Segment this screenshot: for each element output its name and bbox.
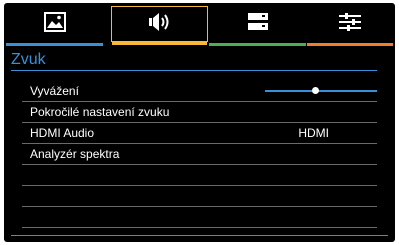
menu-title: Zvuk (11, 51, 46, 68)
tab-options[interactable] (307, 6, 393, 46)
tab-setup-bar (209, 43, 306, 46)
sliders-icon (338, 12, 362, 37)
menu-item-empty (22, 186, 377, 207)
setup-icon (247, 12, 269, 37)
bottom-divider (11, 235, 388, 236)
category-tabs (4, 3, 395, 48)
picture-icon (43, 11, 66, 37)
slider-knob[interactable] (312, 87, 320, 94)
menu-item-label: Vyvážení (30, 84, 79, 98)
tab-options-bar (307, 43, 393, 46)
menu-item-empty (22, 165, 377, 186)
tab-picture-bar (6, 43, 103, 46)
speaker-icon (148, 12, 172, 37)
menu-item-label: Pokročilé nastavení zvuku (30, 105, 170, 119)
menu-item-value: HDMI (298, 126, 329, 140)
tab-setup[interactable] (209, 6, 306, 46)
menu-item-spectrum-analyzer[interactable]: Analyzér spektra (22, 144, 377, 165)
menu-item-balance[interactable]: Vyvážení (22, 81, 377, 102)
menu-item-label: Analyzér spektra (30, 147, 120, 161)
tab-sound[interactable] (111, 6, 208, 45)
menu-item-label: HDMI Audio (30, 126, 95, 140)
menu-item-hdmi-audio[interactable]: HDMI Audio HDMI (22, 123, 377, 144)
title-divider (11, 70, 377, 71)
osd-menu: Zvuk Vyvážení Pokročilé nastavení zvuku … (4, 3, 395, 242)
tab-sound-bar (112, 42, 207, 45)
balance-slider[interactable] (265, 87, 377, 94)
menu-list: Vyvážení Pokročilé nastavení zvuku HDMI … (22, 81, 377, 242)
menu-item-empty (22, 207, 377, 228)
menu-item-advanced-sound[interactable]: Pokročilé nastavení zvuku (22, 102, 377, 123)
tab-picture[interactable] (6, 6, 103, 46)
